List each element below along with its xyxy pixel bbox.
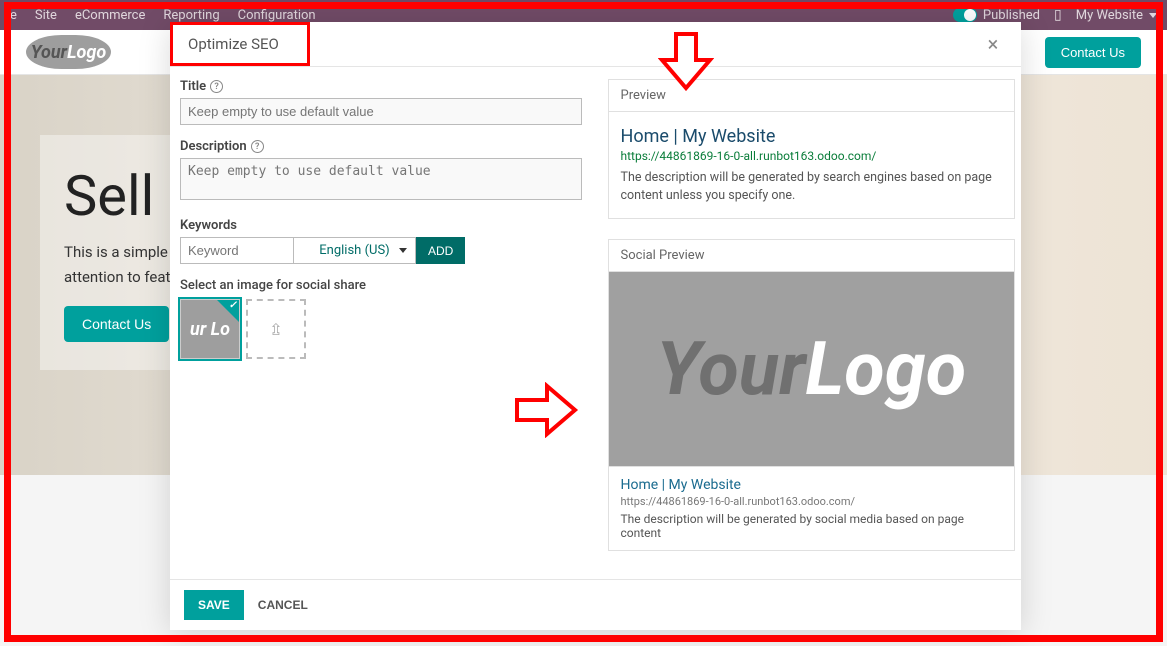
title-label: Title ? — [180, 79, 582, 94]
description-input[interactable] — [180, 158, 582, 200]
published-label: Published — [983, 8, 1040, 23]
modal-left-column: Title ? Description ? Keywords — [170, 67, 596, 579]
social-logo-2: Logo — [805, 326, 966, 413]
menu-configuration[interactable]: Configuration — [238, 8, 316, 23]
modal-footer: SAVE CANCEL — [170, 579, 1021, 630]
social-preview-header: Social Preview — [609, 240, 1015, 272]
menu-site[interactable]: Site — [35, 8, 57, 23]
social-preview-card: Social Preview YourLogo Home | My Websit… — [608, 239, 1016, 551]
social-preview-image: YourLogo — [609, 272, 1015, 467]
menu-reporting[interactable]: Reporting — [163, 8, 219, 23]
save-button[interactable]: SAVE — [184, 590, 244, 620]
language-select[interactable]: English (US) — [294, 237, 416, 264]
social-image-thumb[interactable]: ur Lo ✓ — [180, 299, 240, 359]
preview-title: Home | My Website — [621, 126, 1003, 147]
website-switcher[interactable]: My Website — [1076, 8, 1157, 23]
help-icon[interactable]: ? — [251, 140, 264, 153]
modal-title: Optimize SEO — [188, 35, 279, 53]
modal-body: Title ? Description ? Keywords — [170, 67, 1021, 579]
add-keyword-button[interactable]: ADD — [416, 237, 465, 264]
logo[interactable]: YourLogo — [26, 35, 111, 69]
language-selected: English (US) — [319, 243, 389, 258]
title-input[interactable] — [180, 98, 582, 125]
chevron-down-icon — [399, 248, 407, 253]
modal-right-column: Preview Home | My Website https://448618… — [596, 67, 1022, 579]
toggle-icon — [953, 8, 977, 22]
logo-text-2: Logo — [67, 42, 106, 63]
preview-url: https://44861869-16-0-all.runbot163.odoo… — [621, 149, 1003, 163]
published-toggle[interactable]: Published — [953, 8, 1040, 23]
keywords-label: Keywords — [180, 218, 582, 233]
cancel-button[interactable]: CANCEL — [258, 590, 308, 620]
keyword-input[interactable] — [180, 237, 294, 264]
social-title: Home | My Website — [621, 477, 1003, 493]
select-image-label: Select an image for social share — [180, 278, 582, 293]
seo-modal: Optimize SEO × Title ? Description ? — [170, 22, 1021, 630]
chevron-down-icon — [1149, 13, 1157, 18]
logo-text-1: Your — [31, 42, 67, 63]
mobile-icon[interactable]: ▯ — [1054, 7, 1062, 23]
contact-us-button[interactable]: Contact Us — [1045, 37, 1141, 68]
social-url: https://44861869-16-0-all.runbot163.odoo… — [621, 495, 1003, 508]
help-icon[interactable]: ? — [210, 80, 223, 93]
social-description: The description will be generated by soc… — [621, 512, 1003, 540]
preview-description: The description will be generated by sea… — [621, 169, 1003, 204]
social-logo-1: Your — [656, 326, 805, 413]
close-icon[interactable]: × — [983, 34, 1003, 54]
my-website-label: My Website — [1076, 8, 1143, 23]
check-icon: ✓ — [229, 300, 237, 311]
menu-ecommerce[interactable]: eCommerce — [75, 8, 145, 23]
menu-e[interactable]: e — [10, 8, 17, 23]
modal-header: Optimize SEO × — [170, 22, 1021, 67]
upload-icon: ⇫ — [269, 320, 282, 339]
preview-header: Preview — [609, 80, 1015, 112]
search-preview-card: Preview Home | My Website https://448618… — [608, 79, 1016, 219]
hero-contact-button[interactable]: Contact Us — [64, 306, 169, 342]
upload-image-thumb[interactable]: ⇫ — [246, 299, 306, 359]
description-label: Description ? — [180, 139, 582, 154]
